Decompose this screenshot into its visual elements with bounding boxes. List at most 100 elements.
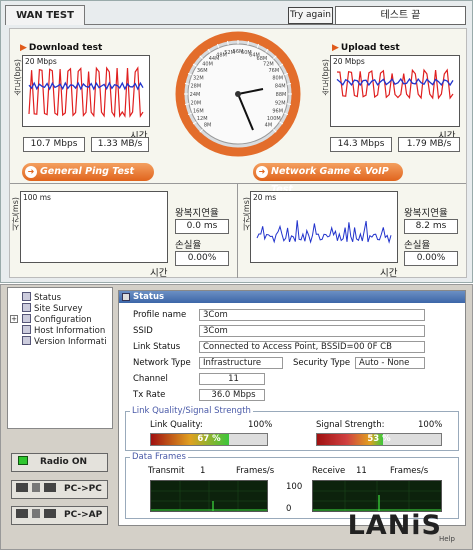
signal-strength-label: Signal Strength: — [316, 420, 385, 430]
survey-icon — [22, 303, 31, 312]
gauge-tick-label: 92M — [275, 100, 286, 106]
try-again-button[interactable]: Try again — [288, 7, 333, 24]
gauge-tick-label: 28M — [190, 84, 201, 90]
navigation-tree: Status Site Survey + Configuration Host … — [7, 287, 113, 429]
profile-name-label: Profile name — [133, 310, 187, 320]
bullet-icon: ▶ — [20, 43, 27, 53]
channel-field: 11 — [199, 373, 265, 385]
receive-scope — [312, 480, 442, 512]
gauge-tick-label: 72M — [263, 62, 274, 68]
game-rtt-label: 왕복지연율 — [404, 208, 448, 219]
gauge-tick-label: 100M — [267, 116, 281, 122]
gauge-tick — [184, 83, 190, 85]
lanis-logo: LANiS — [347, 510, 442, 541]
link-quality-label: Link Quality: — [150, 420, 203, 430]
gauge-tick-label: 16M — [193, 109, 204, 115]
divider — [10, 183, 466, 184]
gauge-tick-label: 12M — [197, 116, 208, 122]
transmit-scope — [150, 480, 268, 512]
tree-item-host-information[interactable]: Host Information — [22, 325, 105, 336]
wireless-config-panel: Status Site Survey + Configuration Host … — [0, 284, 473, 550]
gauge-tick-label: 36M — [197, 68, 208, 74]
download-plot — [28, 66, 144, 118]
ping-xaxis-label: 시간 — [150, 268, 168, 279]
config-icon — [22, 314, 31, 323]
upload-graph: 20 Mbps — [330, 55, 460, 127]
wan-test-body: ▶Download test 속도(bps) 20 Mbps 시간 10.7 M… — [9, 28, 467, 279]
ping-loss-label: 손실율 — [175, 240, 202, 251]
ping-rtt-value: 0.0 ms — [175, 219, 229, 234]
gauge-tick — [247, 40, 249, 46]
tree-item-configuration[interactable]: Configuration — [22, 314, 92, 325]
receive-label: Receive — [312, 466, 346, 476]
game-loss-label: 손실율 — [404, 240, 431, 251]
gauge-tick-label: 40M — [202, 62, 213, 68]
ping-loss-value: 0.00% — [175, 251, 229, 266]
speed-gauge: 8M12M16M20M24M28M32M36M40M44M48M52M56M60… — [175, 31, 301, 157]
upload-plot — [336, 68, 454, 100]
network-game-header: ➜ Network Game & VoIP Test — [253, 163, 403, 195]
gauge-tick — [286, 83, 292, 85]
game-xaxis-label: 시간 — [380, 268, 398, 279]
download-rate-bytes: 1.33 MB/s — [91, 137, 149, 152]
help-link[interactable]: Help — [439, 535, 455, 543]
ping-graph: 100 ms — [20, 191, 168, 263]
upload-line-blue — [336, 77, 454, 87]
link-status-field: Connected to Access Point, BSSID=00 0F C… — [199, 341, 425, 353]
gauge-tick-label: 76M — [268, 68, 279, 74]
link-quality-bar: 67 % — [150, 433, 268, 446]
network-type-label: Network Type — [133, 358, 191, 368]
version-icon — [22, 336, 31, 345]
receive-value: 11 — [356, 466, 367, 476]
profile-name-field: 3Com — [199, 309, 425, 321]
gauge-tick-label: 96M — [272, 109, 283, 115]
ping-scale-label: 100 ms — [23, 193, 51, 202]
pc-to-ap-button[interactable]: PC->AP — [11, 506, 108, 525]
tree-item-site-survey[interactable]: Site Survey — [22, 303, 83, 314]
link-quality-group-title: Link Quality/Signal Strength — [130, 406, 253, 416]
download-line-red — [28, 66, 144, 118]
gauge-tick-label: 20M — [190, 100, 201, 106]
game-plot — [256, 220, 392, 244]
download-line-blue — [28, 81, 144, 91]
game-graph: 20 ms — [250, 191, 398, 263]
status-icon — [22, 292, 31, 301]
status-pane: Status Profile name 3Com SSID 3Com Link … — [118, 290, 466, 526]
gauge-tick-label: 4M — [265, 122, 273, 128]
transmit-unit: Frames/s — [236, 466, 275, 476]
host-icon — [22, 325, 31, 334]
pc-pair-icon — [16, 483, 56, 492]
receive-unit: Frames/s — [390, 466, 429, 476]
scale-min: 0 — [286, 504, 292, 514]
pc-ap-icon — [16, 509, 56, 518]
link-quality-max: 100% — [248, 420, 273, 430]
game-rtt-value: 8.2 ms — [404, 219, 458, 234]
transmit-plot — [151, 481, 267, 511]
upload-rate-bits: 14.3 Mbps — [330, 137, 392, 152]
ssid-field: 3Com — [199, 325, 425, 337]
signal-strength-max: 100% — [418, 420, 443, 430]
download-title: ▶ Download test — [20, 43, 103, 53]
upload-title: ▶ Upload test — [332, 43, 400, 53]
status-window-icon — [122, 293, 130, 301]
expand-icon[interactable]: + — [10, 315, 18, 323]
gauge-tick-label: 32M — [193, 76, 204, 82]
tree-item-version-information[interactable]: Version Informati — [22, 336, 107, 347]
divider — [237, 183, 238, 278]
game-line — [256, 220, 392, 244]
game-loss-value: 0.00% — [404, 251, 458, 266]
upload-rate-bytes: 1.79 MB/s — [398, 137, 460, 152]
tree-item-status[interactable]: Status — [22, 292, 61, 303]
arrow-icon: ➜ — [25, 166, 37, 178]
test-status-field: 테스트 끝 — [335, 6, 466, 25]
tab-wan-test[interactable]: WAN TEST — [5, 5, 85, 25]
ping-rtt-label: 왕복지연율 — [175, 208, 219, 219]
link-quality-text: 67 % — [197, 434, 221, 444]
link-quality-group: Link Quality/Signal Strength Link Qualit… — [125, 406, 459, 451]
data-frames-group-title: Data Frames — [130, 452, 188, 462]
arrow-icon: ➜ — [256, 166, 268, 178]
pc-to-pc-button[interactable]: PC->PC — [11, 480, 108, 499]
gauge-tick — [286, 103, 292, 105]
security-type-field: Auto - None — [355, 357, 425, 369]
radio-on-button[interactable]: Radio ON — [11, 453, 108, 472]
